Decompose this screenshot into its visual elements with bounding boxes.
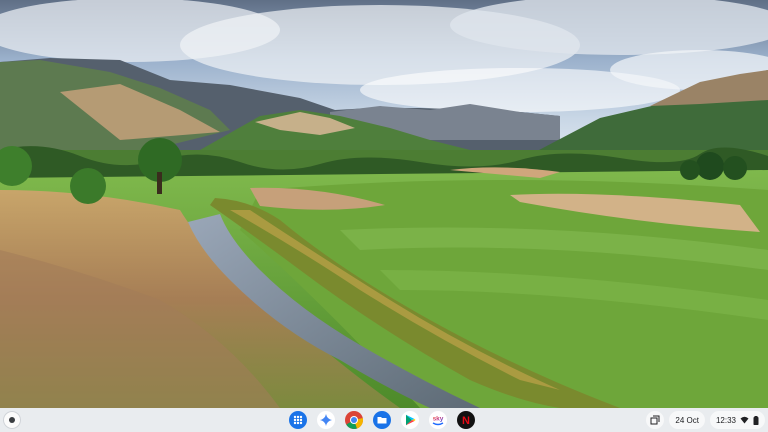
- gemini-icon[interactable]: [316, 410, 336, 430]
- play-store-icon[interactable]: [400, 410, 420, 430]
- date-text: 24 Oct: [675, 415, 699, 425]
- pinned-apps: sky N: [288, 410, 476, 430]
- chrome-icon[interactable]: [344, 410, 364, 430]
- battery-icon: [753, 415, 759, 425]
- netflix-icon[interactable]: N: [456, 410, 476, 430]
- netflix-label: N: [462, 415, 470, 427]
- status-tray: 24 Oct 12:33: [646, 411, 765, 429]
- files-icon[interactable]: [372, 410, 392, 430]
- launcher-dot: [9, 417, 15, 423]
- launcher-icon[interactable]: [3, 411, 21, 429]
- wifi-icon: [740, 416, 749, 424]
- sky-label: sky: [433, 416, 444, 423]
- shelf: sky N 24 Oct 12:33: [0, 408, 768, 432]
- quick-settings-pill[interactable]: 12:33: [709, 411, 765, 429]
- date-pill[interactable]: 24 Oct: [669, 411, 705, 429]
- window-overview-button[interactable]: [646, 411, 665, 429]
- time-text: 12:33: [715, 415, 736, 425]
- sky-icon[interactable]: sky: [428, 410, 448, 430]
- desktop-wallpaper: [0, 0, 768, 408]
- window-overview-icon: [650, 415, 660, 425]
- apps-grid-icon[interactable]: [288, 410, 308, 430]
